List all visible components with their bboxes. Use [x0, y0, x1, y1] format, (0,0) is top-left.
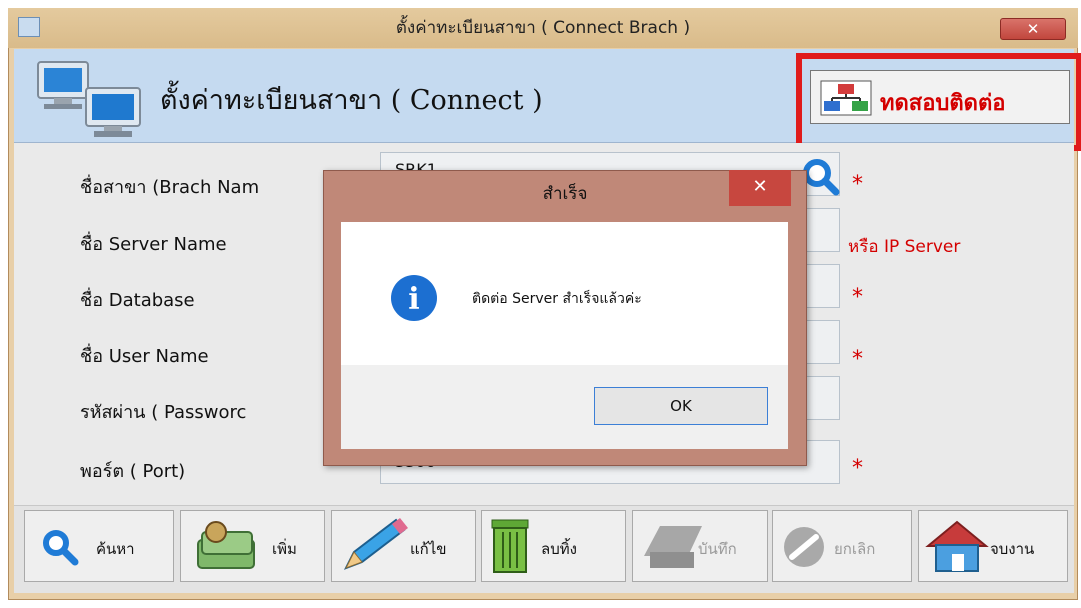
- field-label-password: รหัสผ่าน ( Passworc: [80, 402, 247, 423]
- field-label-branch-name: ชื่อสาขา (Brach Nam: [80, 177, 260, 198]
- computers-icon: [37, 61, 141, 137]
- field-label-port: พอร์ต ( Port): [80, 461, 186, 482]
- field-label-server-name: ชื่อ Server Name: [80, 234, 227, 255]
- required-marker: *: [852, 285, 863, 310]
- save-button-label: บันทึก: [698, 540, 737, 558]
- required-marker: *: [852, 172, 863, 197]
- field-label-database: ชื่อ Database: [80, 290, 195, 311]
- ip-server-hint: หรือ IP Server: [848, 237, 961, 257]
- delete-button-label: ลบทิ้ง: [541, 540, 577, 558]
- window-close-button[interactable]: ✕: [1000, 18, 1066, 40]
- ok-button[interactable]: OK: [594, 387, 768, 425]
- window-titlebar[interactable]: ตั้งค่าทะเบียนสาขา ( Connect Brach ): [8, 8, 1078, 48]
- edit-button-label: แก้ไข: [410, 540, 447, 558]
- home-icon: [925, 520, 989, 572]
- dialog-close-button[interactable]: ✕: [729, 170, 791, 206]
- field-label-user-name: ชื่อ User Name: [80, 346, 209, 367]
- cancel-icon: [784, 527, 824, 567]
- required-marker: *: [852, 456, 863, 481]
- info-icon: i: [391, 275, 437, 321]
- required-marker: *: [852, 347, 863, 372]
- search-icon: [43, 530, 79, 566]
- pencil-icon: [343, 518, 408, 570]
- window-title: ตั้งค่าทะเบียนสาขา ( Connect Brach ): [395, 18, 691, 38]
- add-button-label: เพิ่ม: [272, 540, 297, 558]
- money-icon: [197, 521, 255, 569]
- dialog-message: ติดต่อ Server สำเร็จแล้วค่ะ: [472, 291, 642, 307]
- trash-icon: [491, 519, 529, 573]
- search-button-label: ค้นหา: [96, 540, 135, 558]
- exit-button-label: จบงาน: [990, 540, 1035, 558]
- info-glyph: i: [408, 282, 419, 317]
- test-connection-label: ทดสอบติดต่อ: [880, 91, 1006, 116]
- network-icon: [820, 80, 872, 116]
- save-icon: [644, 526, 702, 568]
- cancel-button-label: ยกเลิก: [834, 540, 876, 558]
- page-title: ตั้งค่าทะเบียนสาขา ( Connect ): [160, 85, 543, 116]
